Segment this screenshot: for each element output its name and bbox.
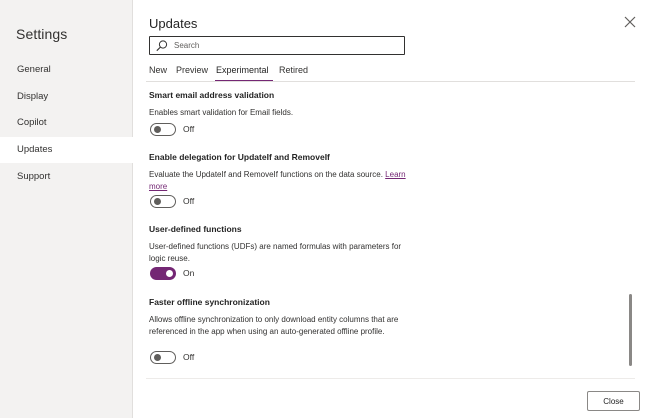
setting-title: Faster offline synchronization	[149, 297, 270, 307]
search-input[interactable]	[174, 38, 399, 53]
setting-user-defined-functions: User-defined functions User-defined func…	[149, 224, 409, 284]
setting-enable-delegation: Enable delegation for UpdateIf and Remov…	[149, 152, 409, 212]
toggle-knob	[154, 126, 161, 133]
sidebar-item-support[interactable]: Support	[0, 164, 133, 190]
page-title: Updates	[149, 16, 198, 31]
sidebar-item-general[interactable]: General	[0, 57, 133, 83]
search-box	[149, 36, 405, 55]
tab-preview[interactable]: Preview	[176, 65, 208, 75]
sidebar-item-copilot[interactable]: Copilot	[0, 110, 133, 136]
setting-description: Evaluate the UpdateIf and RemoveIf funct…	[149, 169, 409, 192]
setting-title: Smart email address validation	[149, 90, 275, 100]
setting-smart-email-validation: Smart email address validation Enables s…	[149, 90, 409, 140]
setting-description: User-defined functions (UDFs) are named …	[149, 242, 402, 263]
toggle-switch[interactable]	[150, 195, 176, 208]
toggle-knob	[166, 270, 173, 277]
toggle-switch[interactable]	[150, 351, 176, 364]
setting-title: Enable delegation for UpdateIf and Remov…	[149, 152, 330, 162]
updates-panel: Updates New Preview Experimental Retired…	[134, 0, 649, 418]
close-icon[interactable]	[622, 14, 638, 30]
toggle-switch[interactable]	[150, 123, 176, 136]
sidebar-title: Settings	[16, 26, 68, 42]
tab-experimental[interactable]: Experimental	[216, 65, 269, 75]
sidebar-item-updates[interactable]: Updates	[0, 137, 133, 163]
scrollbar-thumb[interactable]	[629, 294, 632, 366]
sidebar-item-display[interactable]: Display	[0, 84, 133, 110]
setting-description: Allows offline synchronization to only d…	[149, 315, 399, 336]
setting-faster-offline-sync: Faster offline synchronization Allows of…	[149, 297, 409, 369]
tab-new[interactable]: New	[149, 65, 167, 75]
toggle-state-label: Off	[183, 352, 195, 362]
tabs-divider	[146, 81, 635, 82]
setting-description: Enables smart validation for Email field…	[149, 108, 294, 117]
toggle-switch[interactable]	[150, 267, 176, 280]
setting-title: User-defined functions	[149, 224, 242, 234]
search-icon	[155, 39, 169, 53]
footer-divider	[146, 378, 635, 379]
toggle-state-label: On	[183, 268, 195, 278]
toggle-state-label: Off	[183, 124, 195, 134]
toggle-state-label: Off	[183, 196, 195, 206]
toggle-knob	[154, 198, 161, 205]
close-button[interactable]: Close	[587, 391, 640, 411]
tab-retired[interactable]: Retired	[279, 65, 308, 75]
settings-sidebar: Settings General Display Copilot Updates…	[0, 0, 133, 418]
toggle-knob	[154, 354, 161, 361]
setting-description-text: Evaluate the UpdateIf and RemoveIf funct…	[149, 170, 383, 179]
